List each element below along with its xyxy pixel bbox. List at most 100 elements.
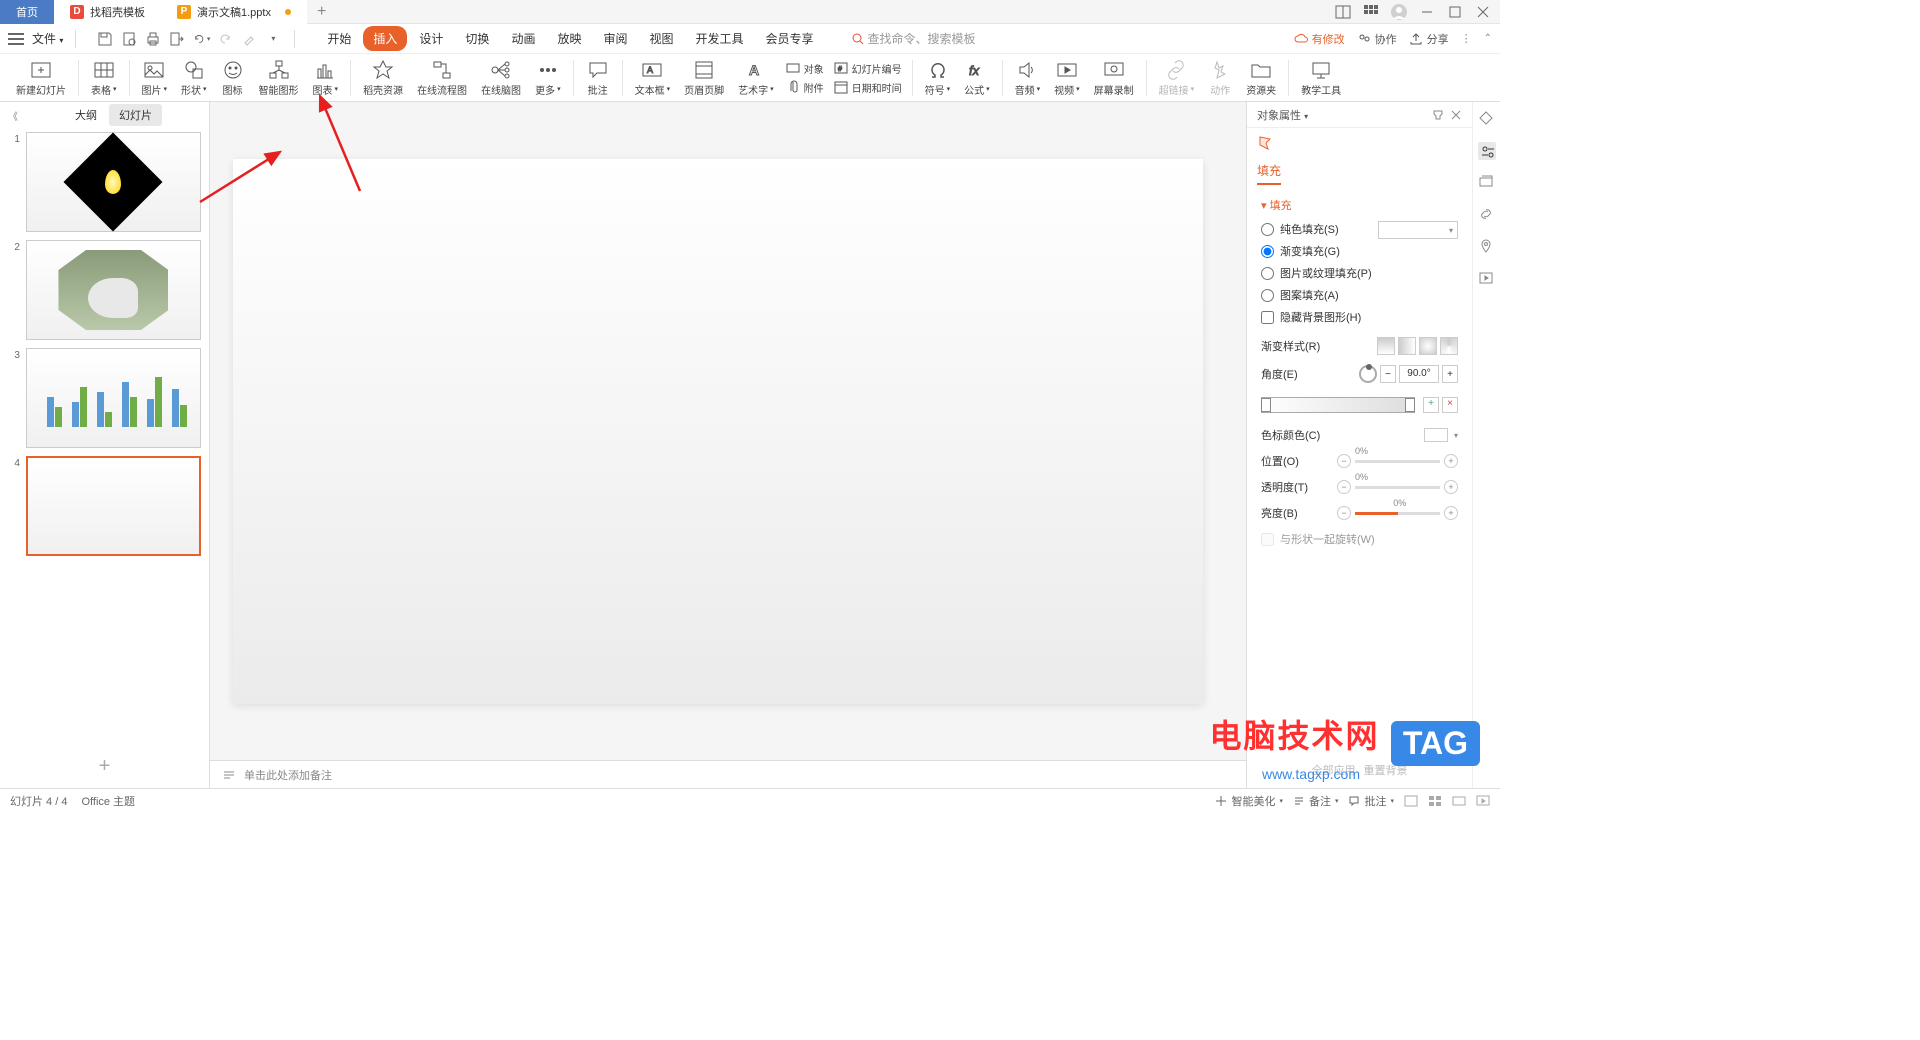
- brightness-decrease[interactable]: −: [1337, 506, 1351, 520]
- window-layout-icon[interactable]: [1334, 3, 1352, 21]
- solid-fill-radio[interactable]: 纯色填充(S): [1261, 221, 1372, 237]
- hamburger-icon[interactable]: [8, 33, 24, 45]
- menu-tab-transition[interactable]: 切换: [455, 26, 499, 51]
- picture-fill-radio[interactable]: 图片或纹理填充(P): [1261, 265, 1372, 281]
- slide-thumbnail-2[interactable]: 2: [8, 240, 201, 340]
- menu-collapse-icon[interactable]: ⌃: [1484, 33, 1492, 44]
- hide-bg-checkbox[interactable]: 隐藏背景图形(H): [1261, 309, 1372, 325]
- new-slide-button[interactable]: 新建幻灯片: [10, 57, 72, 99]
- header-footer-button[interactable]: 页眉页脚: [678, 57, 730, 99]
- teaching-button[interactable]: 教学工具: [1295, 57, 1347, 99]
- apply-all-button[interactable]: 全部应用: [1312, 762, 1356, 778]
- gradient-rect[interactable]: [1440, 337, 1458, 355]
- maximize-icon[interactable]: [1446, 3, 1464, 21]
- redo-icon[interactable]: [216, 30, 234, 48]
- panel-pin-icon[interactable]: [1432, 109, 1444, 121]
- gradient-stops-bar[interactable]: [1261, 397, 1415, 413]
- smartart-button[interactable]: 智能图形: [253, 57, 305, 99]
- slide-number-button[interactable]: #幻灯片编号: [830, 60, 906, 77]
- angle-decrease[interactable]: −: [1380, 365, 1396, 383]
- resource-folder-button[interactable]: 资源夹: [1240, 57, 1282, 99]
- print-icon[interactable]: [144, 30, 162, 48]
- online-mind-button[interactable]: 在线脑图: [475, 57, 527, 99]
- pattern-fill-radio[interactable]: 图案填充(A): [1261, 287, 1372, 303]
- remove-stop-button[interactable]: ×: [1442, 397, 1458, 413]
- panel-close-icon[interactable]: [1450, 109, 1462, 121]
- angle-increase[interactable]: +: [1442, 365, 1458, 383]
- brightness-slider[interactable]: 0%: [1355, 512, 1440, 515]
- brightness-increase[interactable]: +: [1444, 506, 1458, 520]
- outline-tab[interactable]: 大纲: [65, 104, 107, 126]
- fill-preset-dropdown[interactable]: ▾: [1378, 221, 1458, 239]
- object-button[interactable]: 对象: [782, 60, 828, 77]
- format-painter-icon[interactable]: [240, 30, 258, 48]
- menu-tab-slideshow[interactable]: 放映: [547, 26, 591, 51]
- attachment-button[interactable]: 附件: [782, 79, 828, 96]
- comment-button[interactable]: 批注: [580, 57, 616, 99]
- transparency-slider[interactable]: 0%: [1355, 486, 1440, 489]
- undo-icon[interactable]: ▾: [192, 30, 210, 48]
- equation-button[interactable]: fx 公式▾: [958, 57, 996, 99]
- angle-wheel[interactable]: [1359, 365, 1377, 383]
- angle-value[interactable]: 90.0°: [1399, 365, 1439, 383]
- collab-button[interactable]: 协作: [1357, 31, 1397, 47]
- resources-button[interactable]: 稻壳资源: [357, 57, 409, 99]
- menu-more-icon[interactable]: ⋮: [1461, 32, 1472, 45]
- menu-tab-start[interactable]: 开始: [317, 26, 361, 51]
- gradient-linear-v[interactable]: [1377, 337, 1395, 355]
- menu-tab-insert[interactable]: 插入: [363, 26, 407, 51]
- tab-document[interactable]: P 演示文稿1.pptx: [161, 0, 307, 24]
- notes-bar[interactable]: 单击此处添加备注: [210, 760, 1246, 788]
- reset-bg-button[interactable]: 重置背景: [1364, 762, 1408, 778]
- wordart-button[interactable]: A 艺术字▾: [732, 57, 780, 99]
- tab-template[interactable]: D 找稻壳模板: [54, 0, 161, 24]
- gradient-radial[interactable]: [1419, 337, 1437, 355]
- panel-shape-icon[interactable]: [1247, 128, 1472, 158]
- view-reading-icon[interactable]: [1452, 794, 1466, 808]
- view-slideshow-icon[interactable]: [1476, 794, 1490, 808]
- link-tool-icon[interactable]: [1478, 206, 1496, 224]
- apps-icon[interactable]: [1362, 3, 1380, 21]
- fill-tab[interactable]: 填充: [1257, 162, 1281, 185]
- hyperlink-button[interactable]: 超链接▾: [1153, 57, 1201, 99]
- position-decrease[interactable]: −: [1337, 454, 1351, 468]
- beautify-button[interactable]: 智能美化 ▾: [1215, 793, 1283, 809]
- play-tool-icon[interactable]: [1478, 270, 1496, 288]
- view-normal-icon[interactable]: [1404, 794, 1418, 808]
- position-slider[interactable]: 0%: [1355, 460, 1440, 463]
- menu-tab-view[interactable]: 视图: [639, 26, 683, 51]
- close-icon[interactable]: [1474, 3, 1492, 21]
- slide-thumbnail-3[interactable]: 3: [8, 348, 201, 448]
- notes-toggle[interactable]: 备注 ▾: [1293, 793, 1339, 809]
- gradient-stop-left[interactable]: [1261, 398, 1271, 412]
- file-menu[interactable]: 文件 ▾: [32, 30, 63, 47]
- symbol-button[interactable]: 符号▾: [919, 57, 957, 99]
- position-increase[interactable]: +: [1444, 454, 1458, 468]
- collapse-panel-icon[interactable]: 《: [8, 108, 18, 123]
- action-button[interactable]: 动作: [1202, 57, 1238, 99]
- fill-section-title[interactable]: ▾ 填充: [1261, 197, 1458, 213]
- video-button[interactable]: 视频▾: [1048, 57, 1086, 99]
- print-preview-icon[interactable]: [120, 30, 138, 48]
- transparency-decrease[interactable]: −: [1337, 480, 1351, 494]
- slide-thumbnail-1[interactable]: 1: [8, 132, 201, 232]
- menu-tab-review[interactable]: 审阅: [593, 26, 637, 51]
- qat-dropdown-icon[interactable]: ▾: [264, 30, 282, 48]
- audio-button[interactable]: 音频▾: [1009, 57, 1047, 99]
- chart-button[interactable]: 图表▾: [307, 57, 345, 99]
- search-input[interactable]: 查找命令、搜索模板: [852, 30, 976, 47]
- slide-canvas[interactable]: [233, 159, 1203, 704]
- slides-tool-icon[interactable]: [1478, 174, 1496, 192]
- settings-tool-icon[interactable]: [1478, 142, 1496, 160]
- view-sorter-icon[interactable]: [1428, 794, 1442, 808]
- minimize-icon[interactable]: [1418, 3, 1436, 21]
- user-avatar-icon[interactable]: [1390, 3, 1408, 21]
- tab-home[interactable]: 首页: [0, 0, 54, 24]
- add-stop-button[interactable]: +: [1423, 397, 1439, 413]
- menu-tab-animation[interactable]: 动画: [501, 26, 545, 51]
- gradient-linear-h[interactable]: [1398, 337, 1416, 355]
- slide-thumbnail-4[interactable]: 4: [8, 456, 201, 556]
- screen-rec-button[interactable]: 屏幕录制: [1088, 57, 1140, 99]
- stop-color-picker[interactable]: [1424, 428, 1448, 442]
- online-flow-button[interactable]: 在线流程图: [411, 57, 473, 99]
